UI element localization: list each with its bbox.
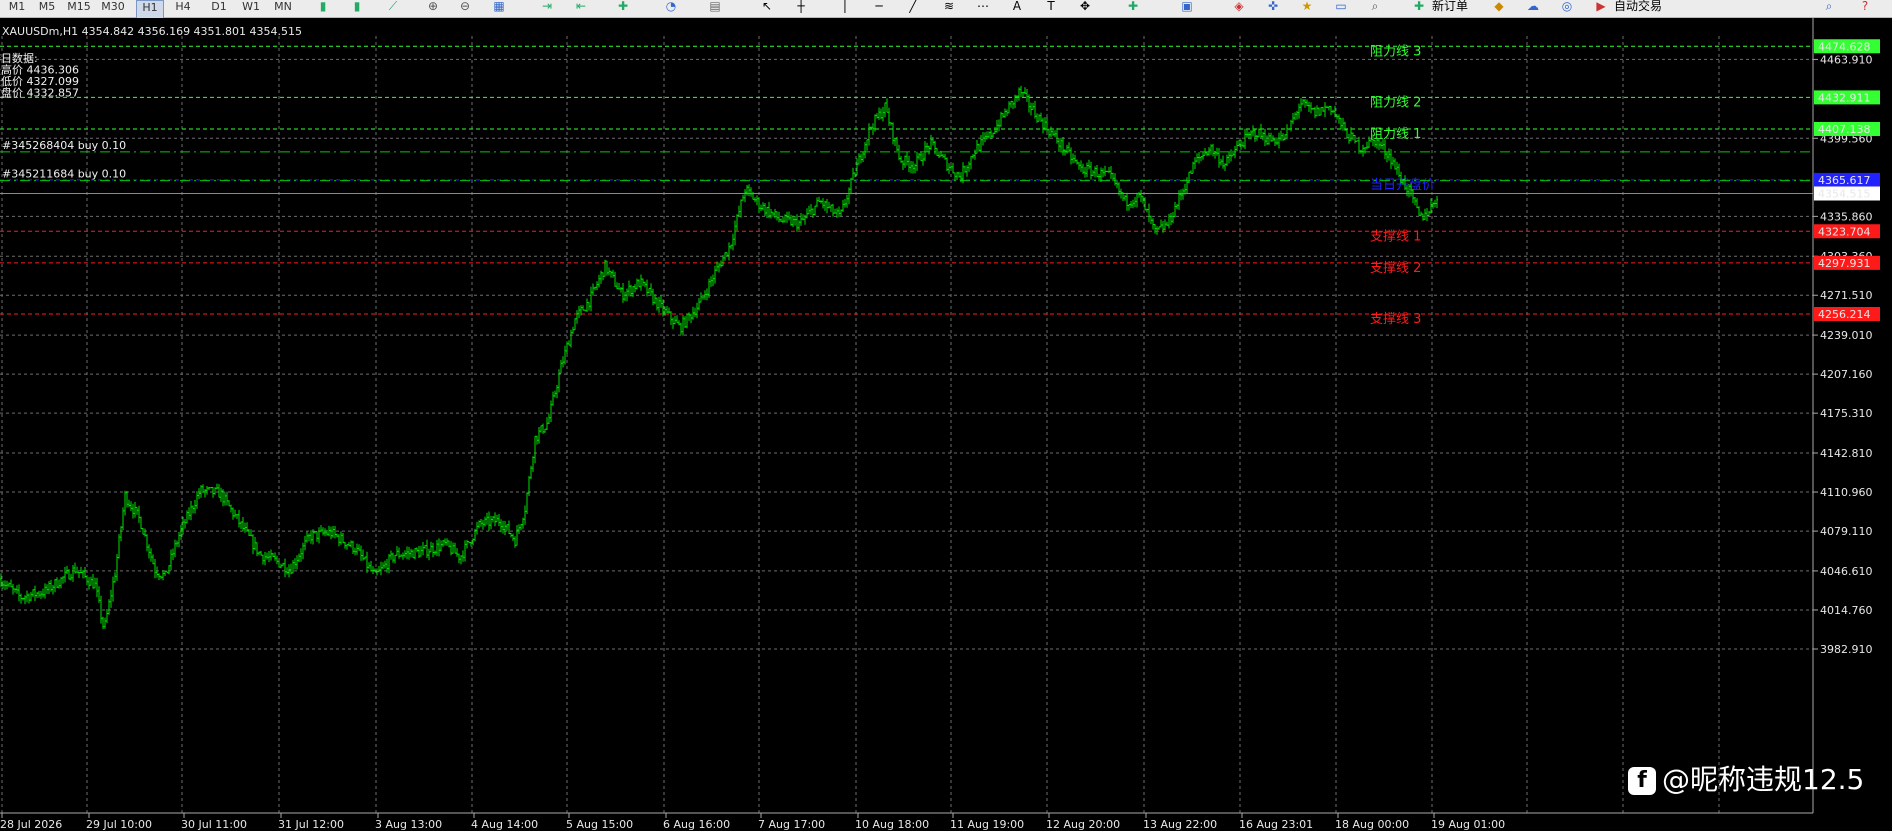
level-name: 支撑线 2 bbox=[1370, 261, 1421, 276]
vertical-line-icon[interactable]: │ bbox=[836, 0, 854, 15]
profiles-icon[interactable]: ▣ bbox=[1178, 0, 1196, 15]
current-price-value: 4354.515 bbox=[1818, 187, 1871, 200]
time-tick-label: 28 Jul 2026 bbox=[0, 818, 62, 831]
time-tick-label: 16 Aug 23:01 bbox=[1239, 818, 1313, 831]
candle-chart-icon[interactable]: ▮ bbox=[348, 0, 366, 15]
time-tick-label: 30 Jul 11:00 bbox=[181, 818, 247, 831]
time-tick-label: 13 Aug 22:00 bbox=[1143, 818, 1217, 831]
zoom-in-icon[interactable]: ⊕ bbox=[424, 0, 442, 15]
chart-shift-icon[interactable]: ⇤ bbox=[572, 0, 590, 15]
price-tick-label: 4014.760 bbox=[1820, 604, 1873, 617]
help-icon[interactable]: ? bbox=[1856, 0, 1874, 15]
new-chart-icon[interactable]: ✚ bbox=[1124, 0, 1142, 15]
zoom-out-icon[interactable]: ⊖ bbox=[456, 0, 474, 15]
arrows-icon[interactable]: ✥ bbox=[1076, 0, 1094, 15]
timeframe-h1[interactable]: H1 bbox=[136, 0, 164, 19]
favorites-icon[interactable]: ★ bbox=[1298, 0, 1316, 15]
price-tick-label: 4335.860 bbox=[1820, 210, 1873, 223]
search-icon[interactable]: ⌕ bbox=[1820, 0, 1838, 15]
market-icon[interactable]: ◆ bbox=[1490, 0, 1508, 15]
equidistant-channel-icon[interactable]: ≋ bbox=[940, 0, 958, 15]
time-tick-label: 3 Aug 13:00 bbox=[375, 818, 442, 831]
horizontal-line-icon[interactable]: ─ bbox=[870, 0, 888, 15]
timeframe-m15[interactable]: M15 bbox=[64, 0, 94, 17]
new-order-icon[interactable]: ✚ bbox=[1410, 0, 1428, 15]
timeframe-w1[interactable]: W1 bbox=[238, 0, 264, 17]
timeframe-h4[interactable]: H4 bbox=[170, 0, 196, 17]
time-tick-label: 6 Aug 16:00 bbox=[663, 818, 730, 831]
level-badge-value: 4297.931 bbox=[1818, 257, 1871, 270]
time-tick-label: 7 Aug 17:00 bbox=[758, 818, 825, 831]
watermark: f @昵称违规12.5 bbox=[1628, 762, 1864, 798]
price-tick-label: 4207.160 bbox=[1820, 368, 1873, 381]
bar-chart-icon[interactable]: ▮ bbox=[314, 0, 332, 15]
timeframe-m30[interactable]: M30 bbox=[98, 0, 128, 17]
level-badge-value: 4323.704 bbox=[1818, 225, 1871, 238]
level-badge-value: 4365.617 bbox=[1818, 174, 1871, 187]
level-badge-value: 4474.628 bbox=[1818, 40, 1871, 53]
timeframe-d1[interactable]: D1 bbox=[206, 0, 232, 17]
periods-icon[interactable]: ◔ bbox=[662, 0, 680, 15]
price-tick-label: 4175.310 bbox=[1820, 407, 1873, 420]
order-label: #345211684 buy 0.10 bbox=[2, 168, 126, 181]
terminal-icon[interactable]: ▭ bbox=[1332, 0, 1350, 15]
order-label: #345268404 buy 0.10 bbox=[2, 139, 126, 152]
level-name: 支撑线 3 bbox=[1370, 312, 1421, 327]
price-tick-label: 4463.910 bbox=[1820, 53, 1873, 66]
level-name: 阻力线 3 bbox=[1370, 44, 1421, 59]
weibo-logo-icon: f bbox=[1628, 767, 1656, 795]
time-tick-label: 31 Jul 12:00 bbox=[278, 818, 344, 831]
time-tick-label: 11 Aug 19:00 bbox=[950, 818, 1024, 831]
price-tick-label: 4110.960 bbox=[1820, 486, 1873, 499]
timeframe-m5[interactable]: M5 bbox=[34, 0, 60, 17]
autotrade-icon[interactable]: ▶ bbox=[1592, 0, 1610, 15]
price-chart[interactable]: 阻力线 3阻力线 2阻力线 1当日开盘价支撑线 1支撑线 2支撑线 3 #345… bbox=[0, 18, 1892, 831]
vps-icon[interactable]: ◎ bbox=[1558, 0, 1576, 15]
price-tick-label: 4079.110 bbox=[1820, 525, 1873, 538]
level-badge-value: 4432.911 bbox=[1818, 91, 1871, 104]
price-tick-label: 4142.810 bbox=[1820, 447, 1873, 460]
price-tick-label: 4239.010 bbox=[1820, 329, 1873, 342]
time-tick-label: 29 Jul 10:00 bbox=[86, 818, 152, 831]
strategy-tester-icon[interactable]: ⌕ bbox=[1366, 0, 1384, 15]
level-badge-value: 4407.138 bbox=[1818, 123, 1871, 136]
data-window-icon[interactable]: ✜ bbox=[1264, 0, 1282, 15]
market-watch-icon[interactable]: ◈ bbox=[1230, 0, 1248, 15]
templates-icon[interactable]: ▤ bbox=[706, 0, 724, 15]
time-tick-label: 12 Aug 20:00 bbox=[1046, 818, 1120, 831]
timeframe-mn[interactable]: MN bbox=[270, 0, 296, 17]
price-tick-label: 4271.510 bbox=[1820, 289, 1873, 302]
crosshair-icon[interactable]: ┼ bbox=[792, 0, 810, 15]
signals-icon[interactable]: ☁ bbox=[1524, 0, 1542, 15]
tile-windows-icon[interactable]: ▦ bbox=[490, 0, 508, 15]
line-chart-icon[interactable]: ⟋ bbox=[384, 0, 402, 15]
chart-header: XAUUSDm,H1 4354.842 4356.169 4351.801 43… bbox=[2, 25, 302, 38]
text-tool-icon[interactable]: A bbox=[1008, 0, 1026, 15]
text-label-icon[interactable]: T bbox=[1042, 0, 1060, 15]
autotrade-button[interactable]: 自动交易 bbox=[1614, 0, 1662, 15]
trendline-icon[interactable]: ╱ bbox=[904, 0, 922, 15]
timeframe-m1[interactable]: M1 bbox=[4, 0, 30, 17]
chart-background bbox=[0, 18, 1892, 831]
watermark-text: @昵称违规12.5 bbox=[1662, 763, 1865, 796]
autoscroll-icon[interactable]: ⇥ bbox=[538, 0, 556, 15]
main-toolbar: M1 M5 M15 M30 H1 H4 D1 W1 MN ▮ ▮ ⟋ ⊕ ⊖ ▦ ⇥ ⇤ ✚ ◔… bbox=[0, 0, 1892, 19]
time-tick-label: 4 Aug 14:00 bbox=[471, 818, 538, 831]
fibonacci-icon[interactable]: ⋯ bbox=[974, 0, 992, 15]
price-tick-label: 3982.910 bbox=[1820, 643, 1873, 656]
time-tick-label: 19 Aug 01:00 bbox=[1431, 818, 1505, 831]
cursor-icon[interactable]: ↖ bbox=[758, 0, 776, 15]
time-tick-label: 5 Aug 15:00 bbox=[566, 818, 633, 831]
info-line: 收盘价 4332.857 bbox=[0, 86, 79, 100]
level-name: 支撑线 1 bbox=[1370, 229, 1421, 244]
price-tick-label: 4046.610 bbox=[1820, 565, 1873, 578]
level-name: 阻力线 2 bbox=[1370, 95, 1421, 110]
level-badge-value: 4256.214 bbox=[1818, 308, 1871, 321]
time-tick-label: 18 Aug 00:00 bbox=[1335, 818, 1409, 831]
time-tick-label: 10 Aug 18:00 bbox=[855, 818, 929, 831]
indicators-icon[interactable]: ✚ bbox=[614, 0, 632, 15]
level-name: 阻力线 1 bbox=[1370, 127, 1421, 142]
new-order-button[interactable]: 新订单 bbox=[1432, 0, 1468, 15]
